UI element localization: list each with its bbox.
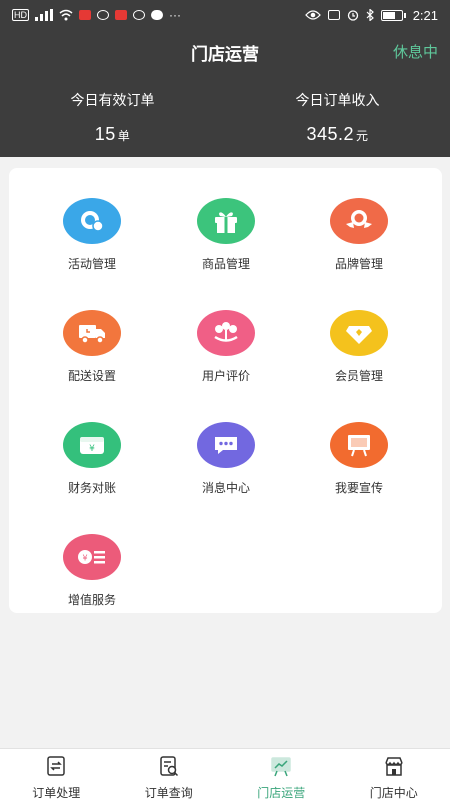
grid-item-label: 配送设置 [67, 369, 116, 383]
grid-item-activity-management[interactable]: 活动管理 [20, 180, 164, 271]
grid-item-label: 增值服务 [67, 593, 116, 607]
grid-item-label: 我要宣传 [334, 481, 383, 495]
grid-item-brand-management[interactable]: 品牌管理 [287, 180, 431, 271]
status-right-icons: 2:21 [304, 7, 438, 23]
diamond-member-icon [330, 310, 388, 356]
grid-item-label: 商品管理 [201, 257, 250, 271]
today-orders-value-row: 15 单 [0, 124, 225, 145]
grid-item-member-management[interactable]: 会员管理 [287, 292, 431, 383]
grid-item-label: 活动管理 [67, 257, 116, 271]
tab-label: 门店运营 [257, 786, 306, 800]
more-icon: ··· [169, 8, 181, 22]
ribbon-badge-icon [330, 198, 388, 244]
grid-item-user-reviews[interactable]: 用户评价 [154, 292, 298, 383]
money-box-icon: ¥ [63, 422, 121, 468]
grid-item-label: 用户评价 [201, 369, 250, 383]
store-center-icon [385, 757, 403, 776]
today-revenue-label: 今日订单收入 [295, 92, 380, 108]
today-orders-stat: 今日有效订单 15 单 [0, 90, 225, 145]
gift-icon [197, 198, 255, 244]
wifi-icon [59, 9, 73, 21]
grid-item-label: 会员管理 [334, 369, 383, 383]
today-revenue-unit: 元 [356, 129, 369, 143]
grid-item-label: 财务对账 [67, 481, 116, 495]
today-orders-value: 15 [94, 124, 116, 144]
status-left-icons: HD ··· [12, 8, 181, 22]
tab-store-operations[interactable]: 门店运营 [225, 749, 338, 800]
order-search-icon [160, 756, 178, 777]
page-header: 门店运营 休息中 今日有效订单 15 单 今日订单收入 345.2 元 [0, 30, 450, 157]
bluetooth-icon [366, 9, 374, 21]
status-bar: HD ··· 2:21 [0, 0, 450, 30]
delivery-truck-icon [63, 310, 121, 356]
today-revenue-stat: 今日订单收入 345.2 元 [225, 90, 450, 145]
chat-bubble-icon [197, 422, 255, 468]
svg-text:¥: ¥ [82, 554, 87, 563]
grid-item-product-management[interactable]: 商品管理 [154, 180, 298, 271]
today-revenue-value-row: 345.2 元 [225, 124, 450, 145]
today-revenue-value: 345.2 [306, 124, 355, 144]
billboard-icon [330, 422, 388, 468]
battery-icon [380, 9, 406, 21]
tab-order-query[interactable]: 订单查询 [113, 749, 226, 800]
today-orders-label: 今日有效订单 [70, 92, 155, 108]
coin-lines-icon: ¥ [63, 534, 121, 580]
grid-item-label: 消息中心 [201, 481, 250, 495]
bottom-tab-bar: 订单处理 订单查询 门店运营 门店中心 [0, 748, 450, 800]
app-icon [133, 10, 145, 20]
flower-review-icon [197, 310, 255, 356]
function-grid-card: 活动管理 商品管理 品牌管理 配送设置 用户评价 会员管理 ¥ 财务对账 消息中… [9, 168, 442, 613]
hd-icon: HD [12, 9, 29, 21]
tab-label: 门店中心 [369, 786, 418, 800]
tab-label: 订单查询 [144, 786, 193, 800]
grid-item-promotion[interactable]: 我要宣传 [287, 404, 431, 495]
store-status-toggle[interactable]: 休息中 [393, 41, 438, 62]
eye-icon [304, 10, 321, 20]
order-process-icon [47, 756, 65, 776]
tab-label: 订单处理 [32, 786, 81, 800]
app-icon [79, 10, 91, 20]
tab-order-processing[interactable]: 订单处理 [0, 749, 113, 800]
status-time: 2:21 [412, 7, 438, 23]
app-icon [115, 10, 127, 20]
grid-item-delivery-settings[interactable]: 配送设置 [20, 292, 164, 383]
message-icon [151, 10, 163, 20]
grid-item-finance-reconciliation[interactable]: ¥ 财务对账 [20, 404, 164, 495]
grid-item-value-added-services[interactable]: ¥ 增值服务 [20, 516, 164, 607]
grid-item-label: 品牌管理 [334, 257, 383, 271]
store-operation-icon [271, 757, 291, 777]
signal-icon [35, 9, 53, 21]
activity-icon [63, 198, 121, 244]
grid-item-message-center[interactable]: 消息中心 [154, 404, 298, 495]
tab-store-center[interactable]: 门店中心 [338, 749, 450, 800]
today-orders-unit: 单 [117, 129, 131, 143]
app-icon [97, 10, 109, 20]
page-title: 门店运营 [191, 45, 259, 64]
nfc-icon [327, 10, 340, 20]
alarm-icon [347, 10, 358, 21]
svg-text:¥: ¥ [89, 444, 95, 454]
